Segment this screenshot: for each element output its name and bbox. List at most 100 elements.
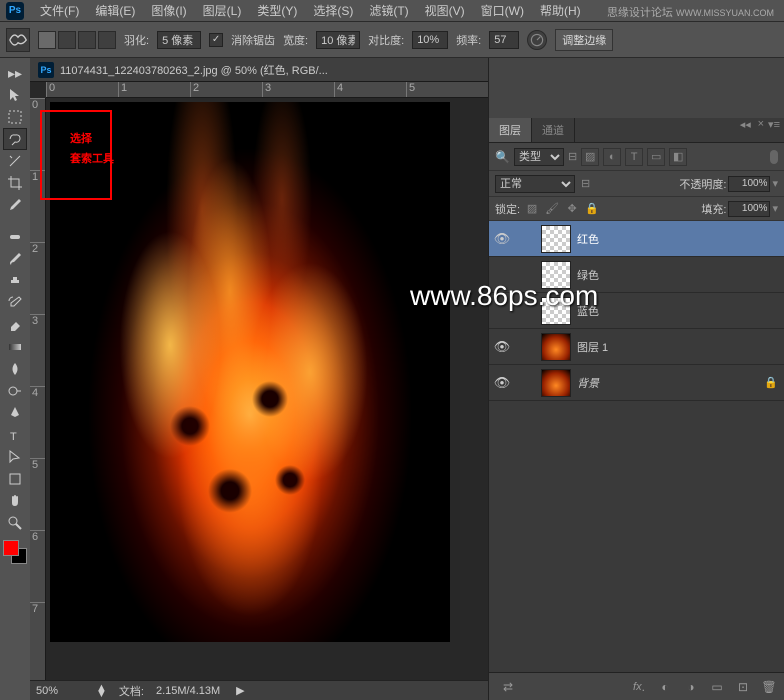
selection-intersect[interactable] (98, 31, 116, 49)
menu-select[interactable]: 选择(S) (305, 2, 361, 19)
menu-window[interactable]: 窗口(W) (473, 2, 532, 19)
lock-pixels-icon[interactable]: 🖌 (544, 201, 560, 217)
feather-input[interactable] (157, 31, 201, 49)
status-bar: 50% ▲▼ 文档: 2.15M/4.13M ▶ (30, 680, 488, 700)
lock-all-icon[interactable]: 🔒 (584, 201, 600, 217)
filter-smart-icon[interactable]: ◧ (669, 148, 687, 166)
opacity-input[interactable] (728, 176, 770, 192)
menu-layer[interactable]: 图层(L) (195, 2, 250, 19)
visibility-icon[interactable]: 👁 (493, 231, 511, 247)
search-icon[interactable]: 🔍 (495, 150, 510, 164)
blend-mode-select[interactable]: 正常 (495, 175, 575, 193)
layer-row[interactable]: 蓝色 (489, 293, 784, 329)
fill-input[interactable] (728, 201, 770, 217)
visibility-icon[interactable]: 👁 (493, 375, 511, 391)
zoom-tool[interactable] (3, 512, 27, 534)
layer-fx-icon[interactable]: fx. (630, 678, 648, 696)
panel-collapse-icon[interactable]: ◂◂ (740, 118, 751, 131)
menu-edit[interactable]: 编辑(E) (87, 2, 143, 19)
eyedropper-tool[interactable] (3, 194, 27, 216)
ruler-horizontal[interactable]: 012345 (46, 82, 488, 98)
delete-layer-icon[interactable]: 🗑 (760, 678, 778, 696)
menu-file[interactable]: 文件(F) (32, 2, 87, 19)
selection-subtract[interactable] (78, 31, 96, 49)
filter-toggle[interactable] (770, 150, 778, 164)
layer-row[interactable]: 👁 红色 (489, 221, 784, 257)
pen-tool[interactable] (3, 402, 27, 424)
panel-close-icon[interactable]: × (758, 118, 764, 131)
history-brush-tool[interactable] (3, 292, 27, 314)
contrast-input[interactable] (412, 31, 448, 49)
canvas-wrap: 012345 01234567 (30, 82, 488, 680)
layer-row[interactable]: 👁 背景 🔒 (489, 365, 784, 401)
adjustment-layer-icon[interactable]: ◑ (682, 678, 700, 696)
new-layer-icon[interactable]: ⊡ (734, 678, 752, 696)
path-select-tool[interactable] (3, 446, 27, 468)
layer-name[interactable]: 绿色 (577, 267, 780, 283)
layer-name[interactable]: 蓝色 (577, 303, 780, 319)
filter-type-select[interactable]: 类型 (514, 148, 564, 166)
menu-image[interactable]: 图像(I) (143, 2, 194, 19)
layer-name[interactable]: 红色 (577, 231, 780, 247)
blur-tool[interactable] (3, 358, 27, 380)
layer-thumbnail[interactable] (541, 225, 571, 253)
gradient-tool[interactable] (3, 336, 27, 358)
tab-layers[interactable]: 图层 (489, 118, 532, 142)
layer-row[interactable]: 绿色 (489, 257, 784, 293)
selection-add[interactable] (58, 31, 76, 49)
ruler-vertical[interactable]: 01234567 (30, 98, 46, 680)
marquee-tool[interactable] (3, 106, 27, 128)
hand-tool[interactable] (3, 490, 27, 512)
filter-type-icon[interactable]: T (625, 148, 643, 166)
eraser-tool[interactable] (3, 314, 27, 336)
move-tool[interactable] (3, 84, 27, 106)
layer-thumbnail[interactable] (541, 333, 571, 361)
layer-name[interactable]: 背景 (577, 375, 758, 391)
dodge-tool[interactable] (3, 380, 27, 402)
layer-name[interactable]: 图层 1 (577, 339, 780, 355)
menu-filter[interactable]: 滤镜(T) (361, 2, 416, 19)
width-input[interactable] (316, 31, 360, 49)
layer-mask-icon[interactable]: ◐ (656, 678, 674, 696)
panel-menu-icon[interactable]: ▾≡ (768, 118, 780, 131)
tab-channels[interactable]: 通道 (532, 118, 575, 142)
layer-thumbnail[interactable] (541, 369, 571, 397)
menu-help[interactable]: 帮助(H) (532, 2, 589, 19)
menu-view[interactable]: 视图(V) (417, 2, 473, 19)
color-swatches[interactable] (3, 540, 27, 564)
link-layers-icon[interactable]: ⇄ (499, 678, 517, 696)
zoom-stepper[interactable]: ▲▼ (96, 685, 107, 697)
lasso-tool[interactable] (3, 128, 27, 150)
zoom-level[interactable]: 50% (36, 685, 84, 697)
filter-pixel-icon[interactable]: ▨ (581, 148, 599, 166)
pressure-icon[interactable] (527, 30, 547, 50)
canvas[interactable] (50, 102, 450, 642)
foreground-color[interactable] (3, 540, 19, 556)
lock-position-icon[interactable]: ✥ (564, 201, 580, 217)
antialias-checkbox[interactable]: ✓ (209, 33, 223, 47)
brush-tool[interactable] (3, 248, 27, 270)
crop-tool[interactable] (3, 172, 27, 194)
selection-new[interactable] (38, 31, 56, 49)
filter-dropdown-icon[interactable]: ⊟ (568, 150, 577, 163)
lock-transparency-icon[interactable]: ▨ (524, 201, 540, 217)
layer-thumbnail[interactable] (541, 297, 571, 325)
clone-stamp-tool[interactable] (3, 270, 27, 292)
magic-wand-tool[interactable] (3, 150, 27, 172)
healing-brush-tool[interactable] (3, 226, 27, 248)
refine-edge-button[interactable]: 调整边缘 (555, 29, 613, 51)
group-icon[interactable]: ▭ (708, 678, 726, 696)
layer-row[interactable]: 👁 图层 1 (489, 329, 784, 365)
document-tab[interactable]: Ps 11074431_122403780263_2.jpg @ 50% (红色… (30, 58, 488, 82)
shape-tool[interactable] (3, 468, 27, 490)
menu-type[interactable]: 类型(Y) (249, 2, 305, 19)
filter-adjust-icon[interactable]: ◐ (603, 148, 621, 166)
visibility-icon[interactable]: 👁 (493, 339, 511, 355)
status-arrow-icon[interactable]: ▶ (236, 684, 244, 697)
layer-thumbnail[interactable] (541, 261, 571, 289)
filter-shape-icon[interactable]: ▭ (647, 148, 665, 166)
type-tool[interactable]: T (3, 424, 27, 446)
frequency-input[interactable] (489, 31, 519, 49)
collapse-icon[interactable]: ▸▸ (3, 62, 27, 84)
current-tool-icon[interactable] (6, 28, 30, 52)
